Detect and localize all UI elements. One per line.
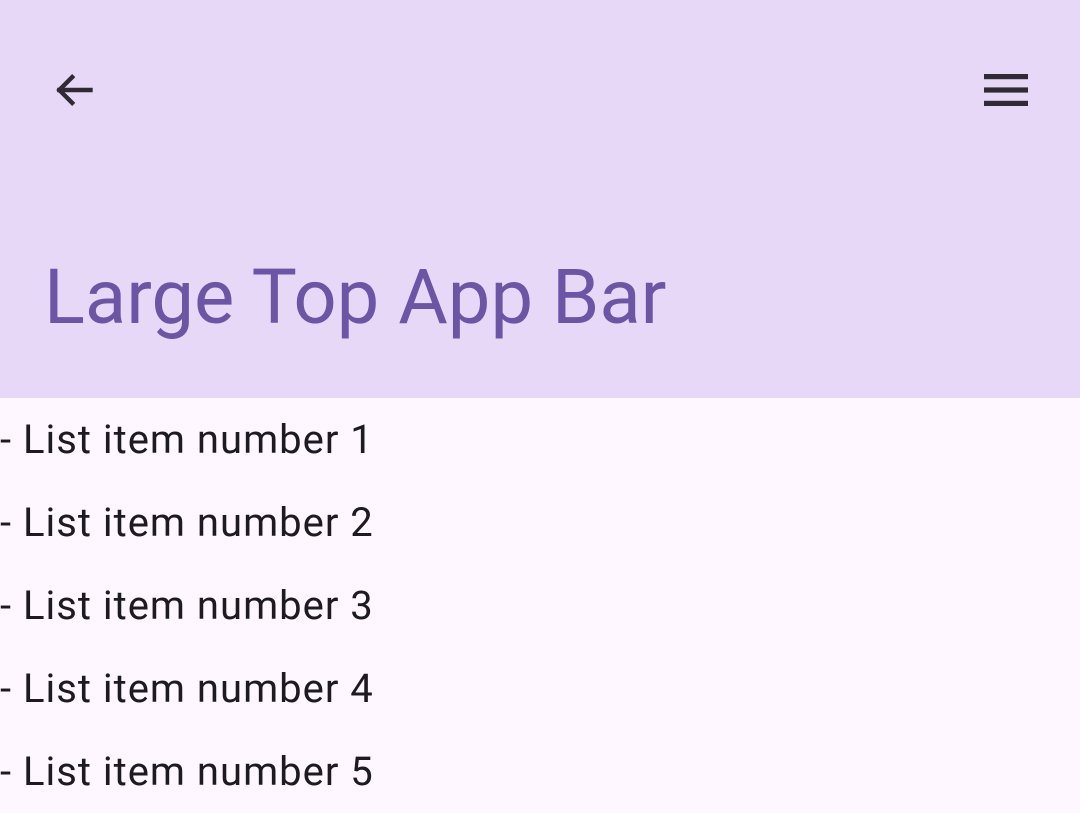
app-bar-title: Large Top App Bar	[44, 252, 666, 342]
menu-button[interactable]	[982, 66, 1030, 114]
large-top-app-bar: Large Top App Bar	[0, 0, 1080, 398]
content-list: - List item number 1 - List item number …	[0, 398, 1080, 813]
arrow-back-icon	[52, 68, 96, 112]
list-item: - List item number 1	[0, 398, 1080, 481]
menu-icon	[982, 66, 1030, 114]
list-item: - List item number 3	[0, 564, 1080, 647]
list-item: - List item number 2	[0, 481, 1080, 564]
back-button[interactable]	[50, 66, 98, 114]
app-bar-actions-row	[0, 0, 1080, 120]
list-item: - List item number 4	[0, 647, 1080, 730]
